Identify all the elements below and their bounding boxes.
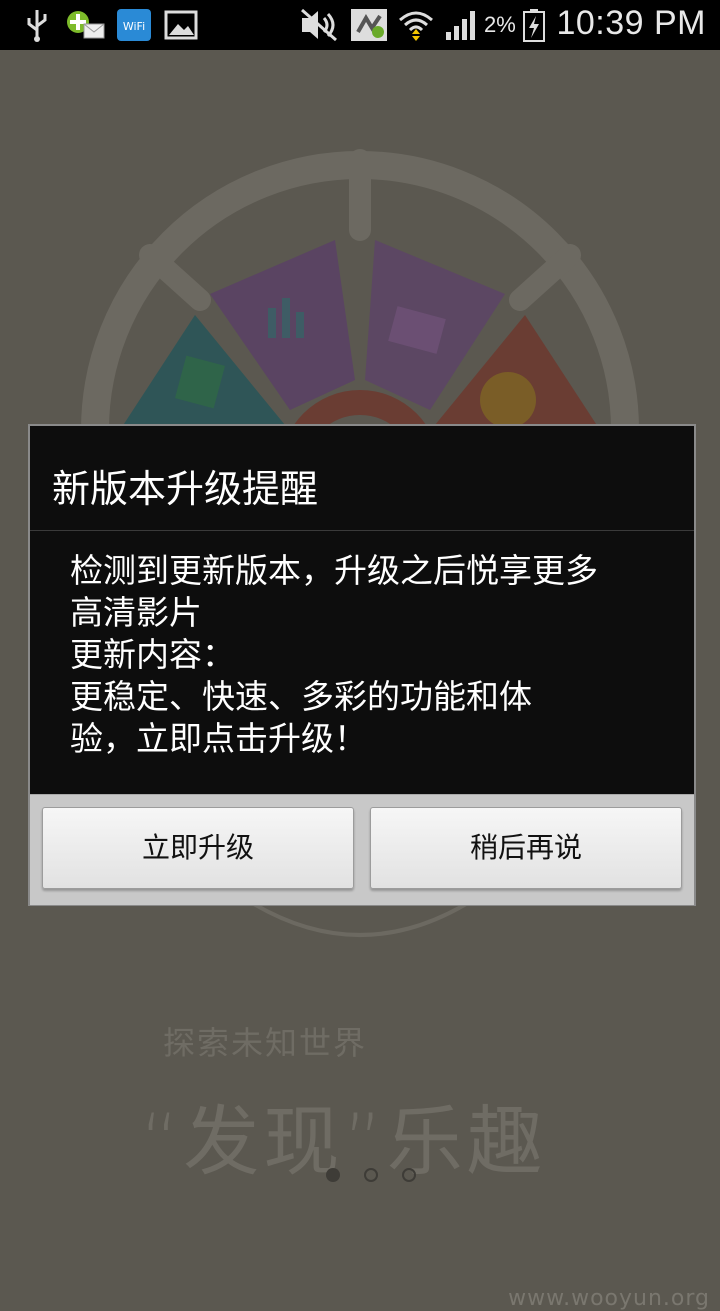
gallery-icon	[164, 10, 198, 40]
remind-later-button[interactable]: 稍后再说	[370, 807, 682, 889]
status-bar: WiFi 2% 10:39 PM	[0, 0, 720, 50]
wifi-notification-icon: WiFi	[117, 9, 151, 41]
upgrade-now-button[interactable]: 立即升级	[42, 807, 354, 889]
update-dialog: 新版本升级提醒 检测到更新版本，升级之后悦享更多 高清影片 更新内容： 更稳定、…	[28, 424, 696, 906]
page-dot[interactable]	[402, 1168, 416, 1182]
clock: 10:39 PM	[556, 4, 706, 42]
wifi-signal-icon	[399, 11, 433, 41]
page-dot[interactable]	[364, 1168, 378, 1182]
message-line: 验，立即点击升级！	[70, 719, 367, 758]
watermark: www.wooyun.org	[508, 1286, 710, 1311]
message-line: 高清影片	[70, 593, 202, 632]
battery-percent: 2%	[484, 12, 516, 37]
dialog-title: 新版本升级提醒	[52, 467, 319, 511]
page-dot[interactable]	[326, 1168, 340, 1182]
cell-signal-icon	[446, 11, 475, 40]
tagline-small: 探索未知世界	[163, 1024, 368, 1062]
battery-charging-icon	[523, 9, 545, 42]
dialog-divider	[30, 530, 694, 531]
dialog-message: 检测到更新版本，升级之后悦享更多 高清影片 更新内容： 更稳定、快速、多彩的功能…	[70, 550, 670, 760]
message-notification-icon	[67, 11, 105, 39]
usb-icon	[27, 10, 47, 42]
message-line: 更稳定、快速、多彩的功能和体	[70, 677, 532, 716]
message-line: 检测到更新版本，升级之后悦享更多	[70, 551, 598, 590]
sync-icon	[351, 9, 387, 41]
dialog-button-bar: 立即升级 稍后再说	[30, 794, 694, 905]
page-indicator	[322, 1166, 422, 1186]
message-line: 更新内容：	[70, 635, 235, 674]
svg-text:WiFi: WiFi	[123, 20, 145, 33]
mute-icon	[301, 8, 337, 42]
